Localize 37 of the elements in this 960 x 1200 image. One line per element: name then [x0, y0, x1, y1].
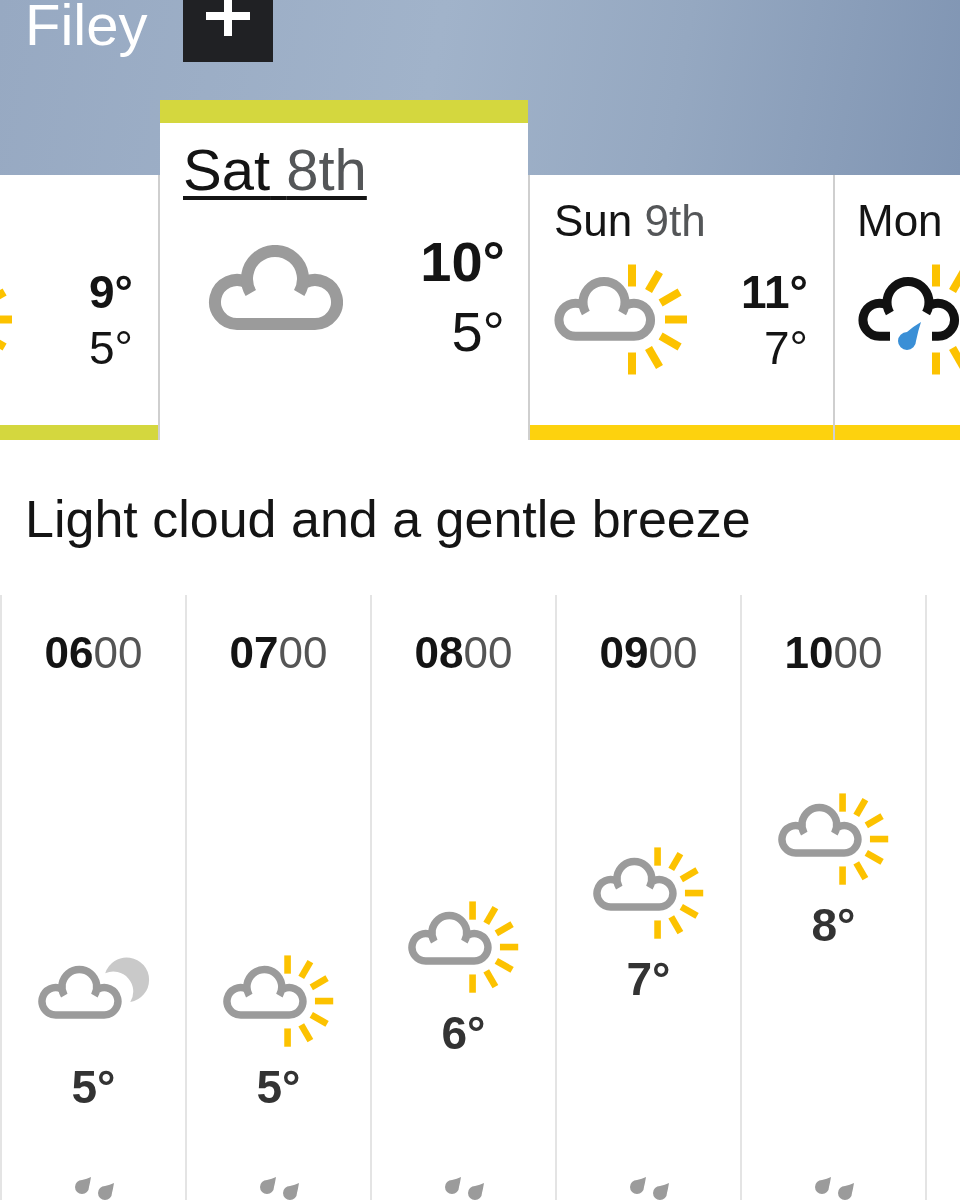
- cloud-sun-icon: [553, 264, 689, 375]
- raindrops-icon: [72, 1175, 115, 1200]
- hour-temperature: 8°: [811, 900, 856, 950]
- plus-icon: [206, 0, 251, 36]
- hour-time: 0800: [414, 628, 513, 678]
- sun-rays-icon: [0, 288, 14, 352]
- day-tab[interactable]: 9° 5°: [0, 175, 160, 440]
- high-temperature: 10°: [420, 230, 505, 294]
- hour-time: 0900: [599, 628, 698, 678]
- raindrops-icon: [257, 1175, 300, 1200]
- cloud-sun-icon: [407, 901, 520, 994]
- high-temperature: 11°: [740, 266, 808, 318]
- low-temperature: 5°: [89, 322, 133, 374]
- hour-temperature: 6°: [441, 1008, 486, 1058]
- raindrops-icon: [442, 1175, 485, 1200]
- hour-temperature: 5°: [256, 1062, 301, 1112]
- hour-time: 0600: [44, 628, 143, 678]
- cloud-sun-icon: [777, 793, 890, 886]
- forecast-summary: Light cloud and a gentle breeze: [25, 489, 752, 549]
- raindrops-icon: [812, 1175, 855, 1200]
- day-tab[interactable]: Sun 9th 11° 7°: [528, 175, 833, 440]
- hour-time: 1000: [784, 628, 883, 678]
- hour-time: 0700: [229, 628, 328, 678]
- cloud-sun-icon: [592, 847, 705, 940]
- low-temperature: 7°: [764, 322, 808, 374]
- rain-cloud-sun-icon: [857, 264, 960, 375]
- cloud-icon: [207, 245, 343, 330]
- cloud-moon-icon: [37, 955, 150, 1022]
- low-temperature: 5°: [451, 300, 505, 364]
- location-title: Filey: [25, 0, 148, 58]
- raindrops-icon: [627, 1175, 670, 1200]
- day-tab[interactable]: Mon: [833, 175, 960, 440]
- add-location-button[interactable]: [183, 0, 274, 62]
- cloud-sun-icon: [222, 955, 335, 1048]
- hour-temperature: 7°: [626, 954, 671, 1004]
- hour-temperature: 5°: [71, 1062, 116, 1112]
- high-temperature: 9°: [89, 266, 133, 318]
